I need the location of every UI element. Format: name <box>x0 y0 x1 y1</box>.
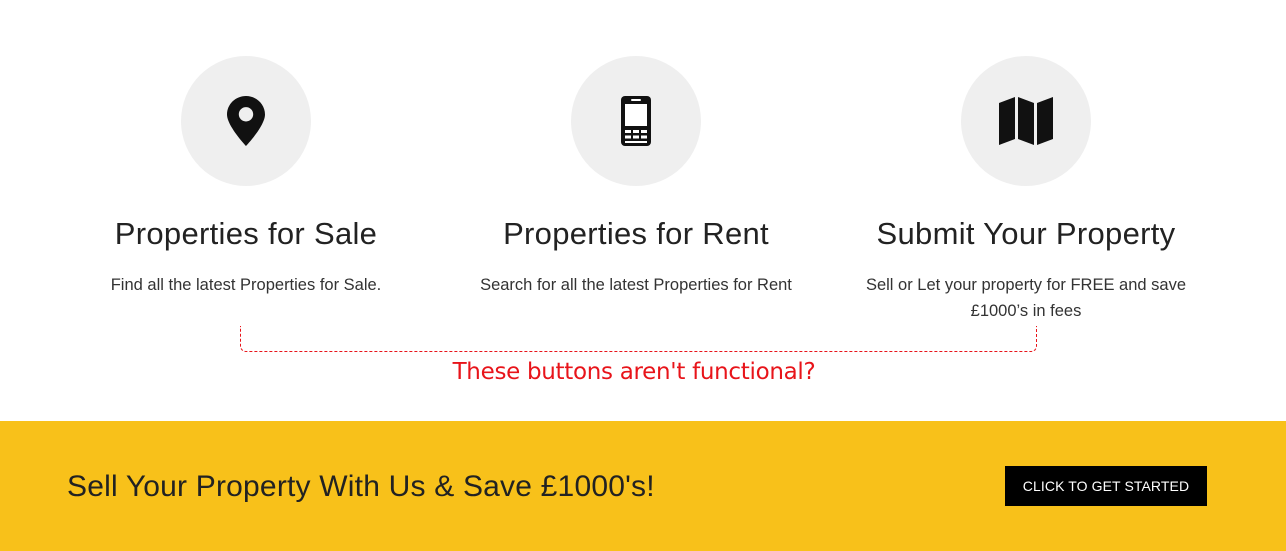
properties-for-sale-card[interactable]: Properties for Sale Find all the latest … <box>51 56 441 298</box>
feature-title[interactable]: Properties for Rent <box>441 215 831 253</box>
icon-circle <box>961 56 1091 186</box>
annotation-bracket <box>240 326 1037 352</box>
annotation-text: These buttons aren't functional? <box>452 359 816 385</box>
feature-description: Find all the latest Properties for Sale. <box>110 276 382 294</box>
mobile-phone-icon <box>621 96 651 146</box>
submit-your-property-card[interactable]: Submit Your Property Sell or Let your pr… <box>831 56 1221 324</box>
banner-headline: Sell Your Property With Us & Save £1000'… <box>67 470 655 503</box>
sell-property-banner: Sell Your Property With Us & Save £1000'… <box>0 421 1286 551</box>
feature-description: Search for all the latest Properties for… <box>480 276 792 294</box>
feature-title[interactable]: Properties for Sale <box>51 215 441 253</box>
get-started-button[interactable]: CLICK TO GET STARTED <box>1005 466 1207 506</box>
properties-for-rent-card[interactable]: Properties for Rent Search for all the l… <box>441 56 831 298</box>
feature-description: Sell or Let your property for FREE and s… <box>865 276 1187 320</box>
map-pin-icon <box>227 96 265 146</box>
feature-title[interactable]: Submit Your Property <box>831 215 1221 253</box>
page: Properties for Sale Find all the latest … <box>0 0 1286 551</box>
icon-circle <box>181 56 311 186</box>
folded-map-icon <box>999 97 1053 145</box>
icon-circle <box>571 56 701 186</box>
